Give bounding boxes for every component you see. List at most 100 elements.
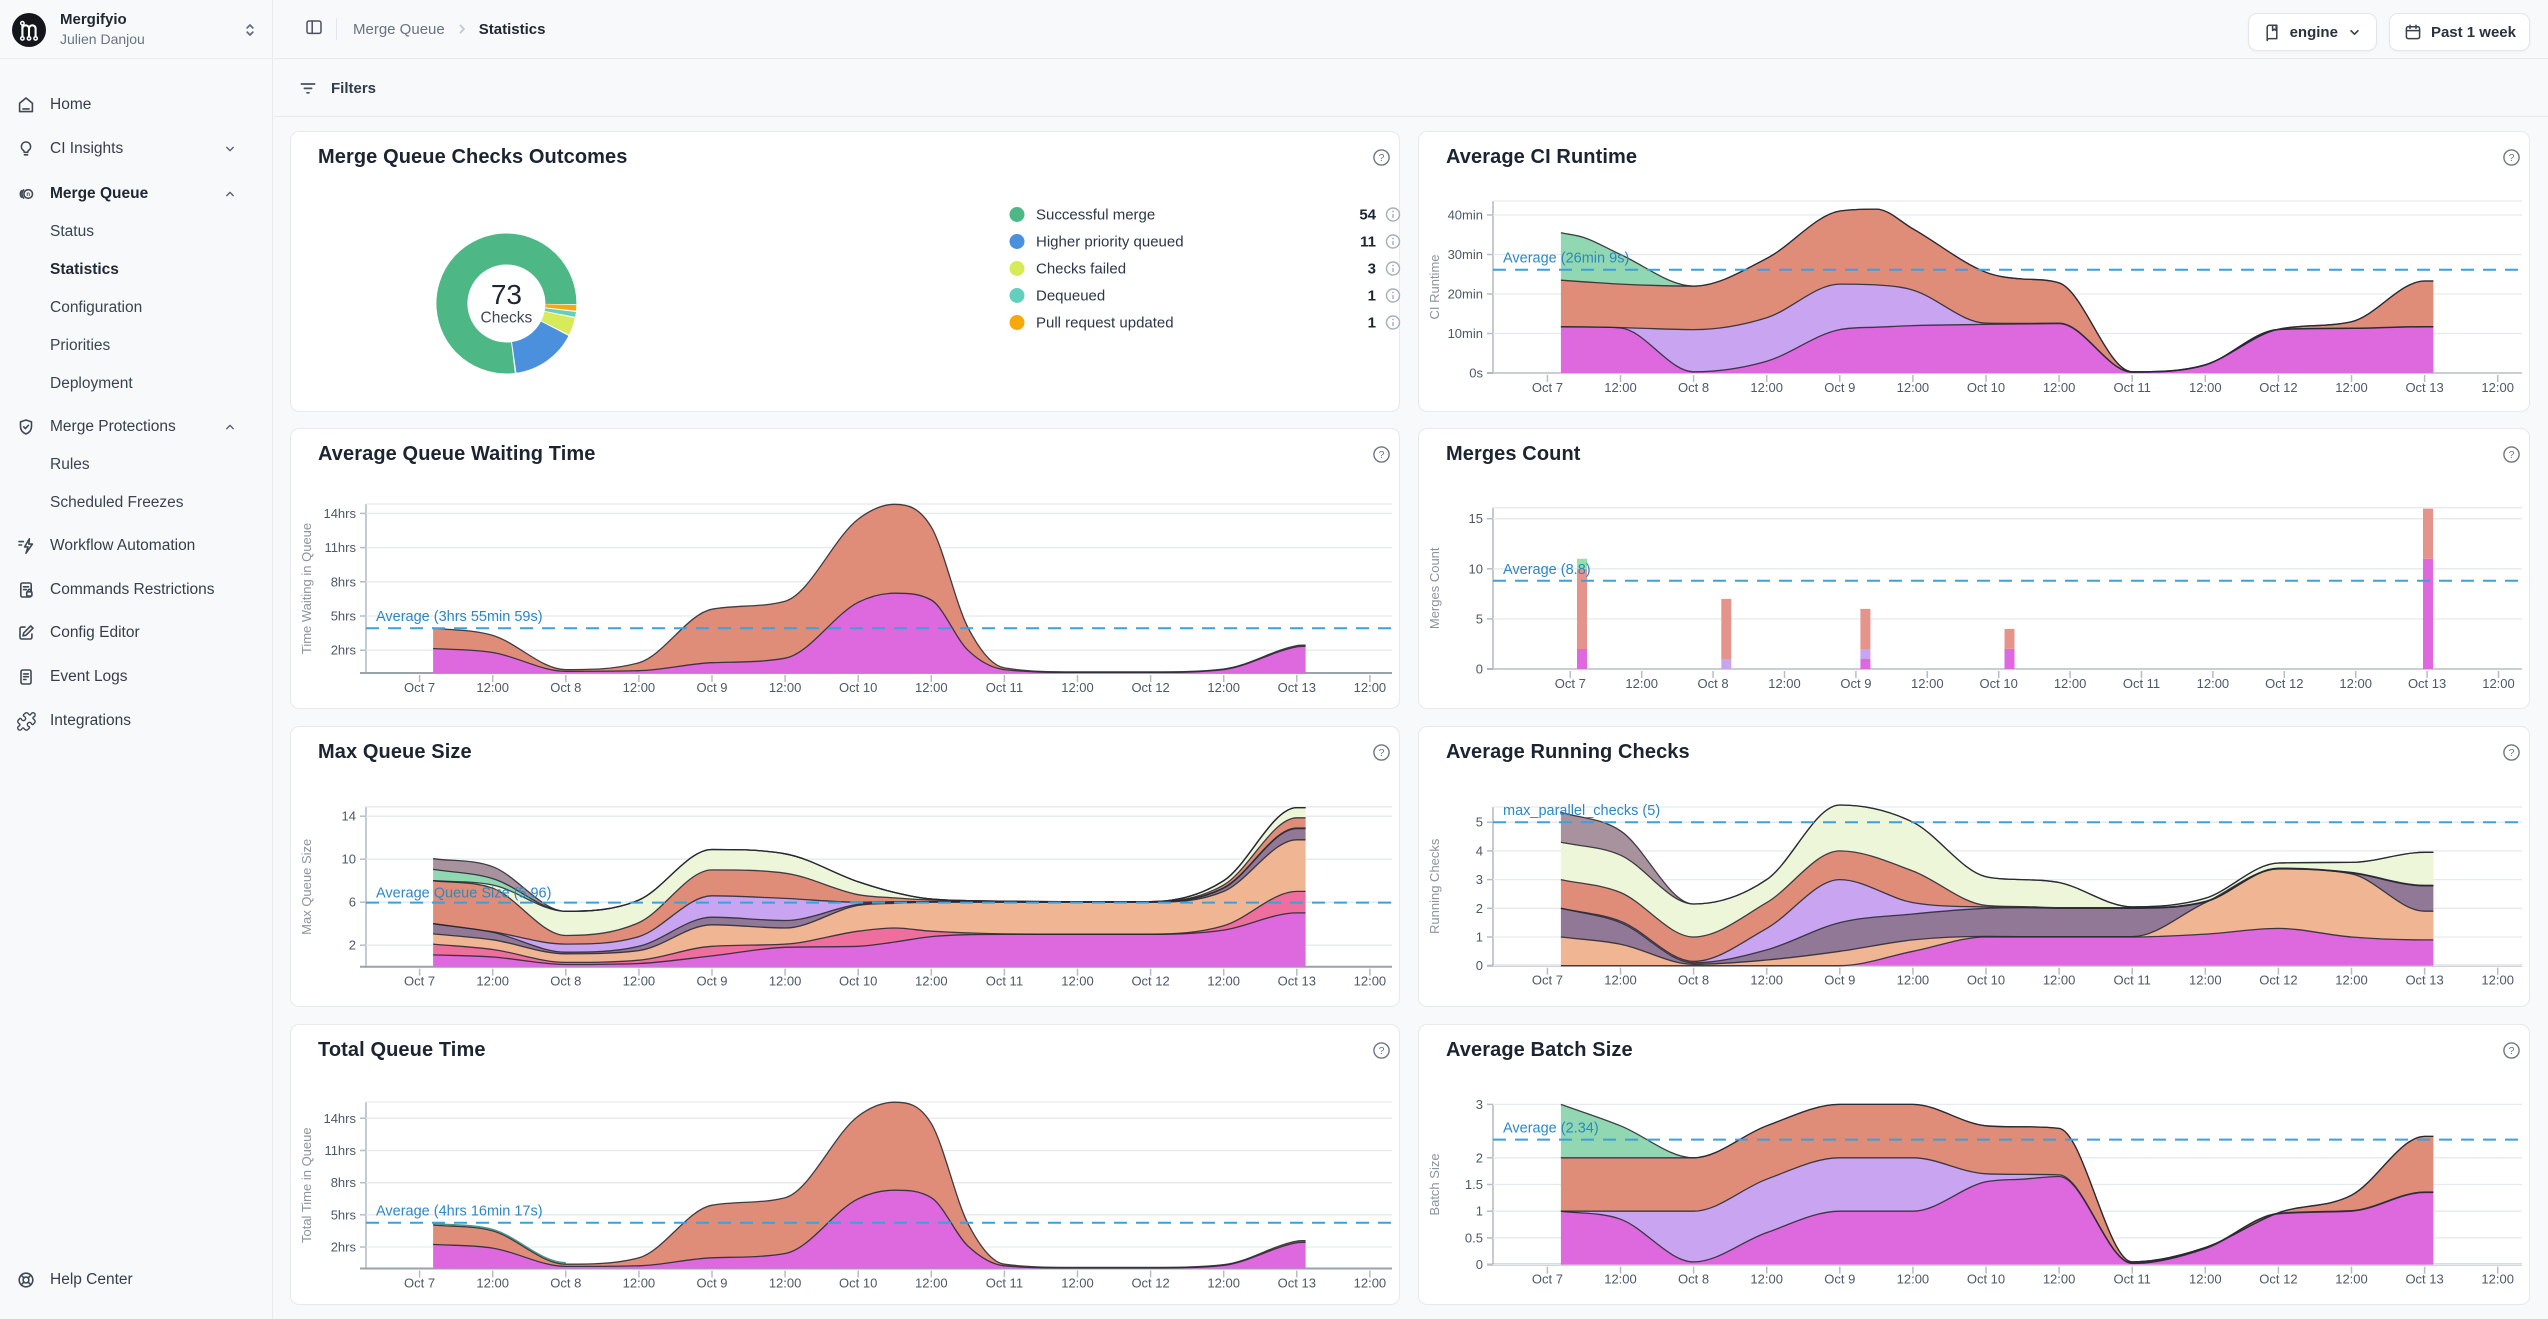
svg-text:Average Queue Size (5.96): Average Queue Size (5.96) [376, 886, 551, 902]
svg-text:3: 3 [1476, 1097, 1483, 1112]
svg-text:Oct 12: Oct 12 [2259, 1272, 2297, 1287]
svg-text:Merges Count: Merges Count [1427, 547, 1442, 629]
svg-text:Average (3hrs 55min 59s): Average (3hrs 55min 59s) [376, 609, 543, 625]
svg-text:12:00: 12:00 [1625, 676, 1658, 691]
svg-text:12:00: 12:00 [623, 974, 656, 989]
svg-text:Oct 9: Oct 9 [1824, 973, 1855, 988]
svg-text:73: 73 [491, 279, 522, 310]
svg-text:Oct 11: Oct 11 [986, 680, 1023, 695]
svg-text:Oct 11: Oct 11 [2114, 973, 2151, 988]
svg-text:Oct 8: Oct 8 [1678, 973, 1709, 988]
svg-text:Batch Size: Batch Size [1427, 1153, 1442, 1215]
svg-text:6: 6 [349, 895, 356, 910]
svg-text:12:00: 12:00 [915, 1276, 948, 1291]
svg-text:Oct 10: Oct 10 [1967, 973, 2005, 988]
svg-text:2hrs: 2hrs [331, 643, 357, 658]
svg-text:Successful merge: Successful merge [1036, 207, 1155, 224]
svg-text:12:00: 12:00 [1604, 973, 1637, 988]
svg-text:Oct 13: Oct 13 [2405, 1272, 2443, 1287]
svg-text:0s: 0s [1469, 366, 1483, 381]
svg-text:3: 3 [1368, 261, 1376, 278]
svg-text:Oct 13: Oct 13 [2405, 973, 2443, 988]
svg-text:40min: 40min [1448, 208, 1483, 223]
svg-text:Oct 10: Oct 10 [1967, 380, 2005, 395]
svg-text:Oct 12: Oct 12 [2259, 973, 2297, 988]
svg-text:max_parallel_checks (5): max_parallel_checks (5) [1503, 803, 1660, 819]
svg-text:1: 1 [1368, 315, 1376, 332]
svg-text:12:00: 12:00 [476, 680, 509, 695]
svg-text:Average (8.8): Average (8.8) [1503, 562, 1591, 578]
svg-text:Dequeued: Dequeued [1036, 288, 1105, 305]
svg-text:Oct 11: Oct 11 [2114, 1272, 2151, 1287]
svg-text:4: 4 [1476, 843, 1483, 858]
svg-text:5: 5 [1476, 611, 1483, 626]
svg-text:Oct 12: Oct 12 [1131, 1276, 1169, 1291]
svg-text:2: 2 [1476, 901, 1483, 916]
svg-text:12:00: 12:00 [1207, 680, 1240, 695]
svg-text:10: 10 [342, 852, 356, 867]
svg-text:Oct 8: Oct 8 [1698, 676, 1729, 691]
svg-text:Oct 13: Oct 13 [2405, 380, 2443, 395]
svg-text:Oct 11: Oct 11 [2114, 380, 2151, 395]
svg-text:12:00: 12:00 [2043, 973, 2076, 988]
svg-text:12:00: 12:00 [1061, 974, 1094, 989]
svg-text:12:00: 12:00 [2482, 676, 2515, 691]
svg-text:12:00: 12:00 [1897, 380, 1930, 395]
svg-text:30min: 30min [1448, 247, 1483, 262]
svg-text:12:00: 12:00 [2189, 973, 2222, 988]
svg-text:Checks failed: Checks failed [1036, 261, 1126, 278]
svg-text:Oct 12: Oct 12 [1131, 974, 1169, 989]
svg-text:Oct 12: Oct 12 [1131, 680, 1169, 695]
svg-text:Oct 10: Oct 10 [839, 974, 877, 989]
svg-text:Oct 7: Oct 7 [404, 680, 435, 695]
svg-text:12:00: 12:00 [2335, 1272, 2368, 1287]
svg-text:8hrs: 8hrs [331, 1175, 357, 1190]
svg-text:12:00: 12:00 [2339, 676, 2372, 691]
svg-text:Oct 7: Oct 7 [1532, 973, 1563, 988]
svg-text:2: 2 [349, 938, 356, 953]
svg-text:CI Runtime: CI Runtime [1427, 254, 1442, 319]
svg-text:11: 11 [1360, 234, 1376, 251]
svg-text:12:00: 12:00 [915, 680, 948, 695]
svg-text:12:00: 12:00 [2481, 380, 2514, 395]
svg-text:Oct 9: Oct 9 [696, 974, 727, 989]
svg-text:Average (2.34): Average (2.34) [1503, 1121, 1599, 1137]
svg-text:Oct 7: Oct 7 [404, 974, 435, 989]
svg-text:Oct 8: Oct 8 [550, 680, 581, 695]
svg-text:12:00: 12:00 [1207, 974, 1240, 989]
svg-text:11hrs: 11hrs [324, 540, 356, 555]
svg-text:12:00: 12:00 [1061, 680, 1094, 695]
svg-text:10min: 10min [1448, 326, 1483, 341]
svg-text:Oct 7: Oct 7 [1532, 1272, 1563, 1287]
svg-text:Oct 9: Oct 9 [1824, 1272, 1855, 1287]
svg-text:n: n [26, 192, 30, 198]
svg-text:Oct 12: Oct 12 [2265, 676, 2303, 691]
svg-text:12:00: 12:00 [1750, 380, 1783, 395]
svg-text:Oct 7: Oct 7 [1532, 380, 1563, 395]
svg-text:Oct 9: Oct 9 [1824, 380, 1855, 395]
svg-text:8hrs: 8hrs [331, 574, 357, 589]
svg-text:Oct 10: Oct 10 [839, 680, 877, 695]
svg-text:11hrs: 11hrs [324, 1143, 356, 1158]
svg-text:54: 54 [1359, 207, 1376, 224]
svg-text:Oct 13: Oct 13 [1278, 974, 1316, 989]
svg-text:Oct 11: Oct 11 [986, 1276, 1023, 1291]
svg-text:Oct 9: Oct 9 [696, 680, 727, 695]
svg-text:Oct 10: Oct 10 [1967, 1272, 2005, 1287]
svg-text:12:00: 12:00 [476, 974, 509, 989]
svg-text:Checks: Checks [481, 310, 533, 327]
svg-text:Oct 11: Oct 11 [2123, 676, 2160, 691]
svg-text:Oct 9: Oct 9 [696, 1276, 727, 1291]
svg-text:12:00: 12:00 [623, 1276, 656, 1291]
svg-text:12:00: 12:00 [623, 680, 656, 695]
svg-text:1: 1 [1476, 1204, 1483, 1219]
svg-text:12:00: 12:00 [769, 680, 802, 695]
svg-text:12:00: 12:00 [2043, 380, 2076, 395]
svg-text:2: 2 [1476, 1150, 1483, 1165]
svg-text:12:00: 12:00 [1061, 1276, 1094, 1291]
svg-text:Oct 8: Oct 8 [550, 974, 581, 989]
svg-text:12:00: 12:00 [2335, 973, 2368, 988]
svg-text:Pull request updated: Pull request updated [1036, 315, 1174, 332]
svg-text:12:00: 12:00 [1768, 676, 1801, 691]
svg-text:15: 15 [1469, 511, 1483, 526]
